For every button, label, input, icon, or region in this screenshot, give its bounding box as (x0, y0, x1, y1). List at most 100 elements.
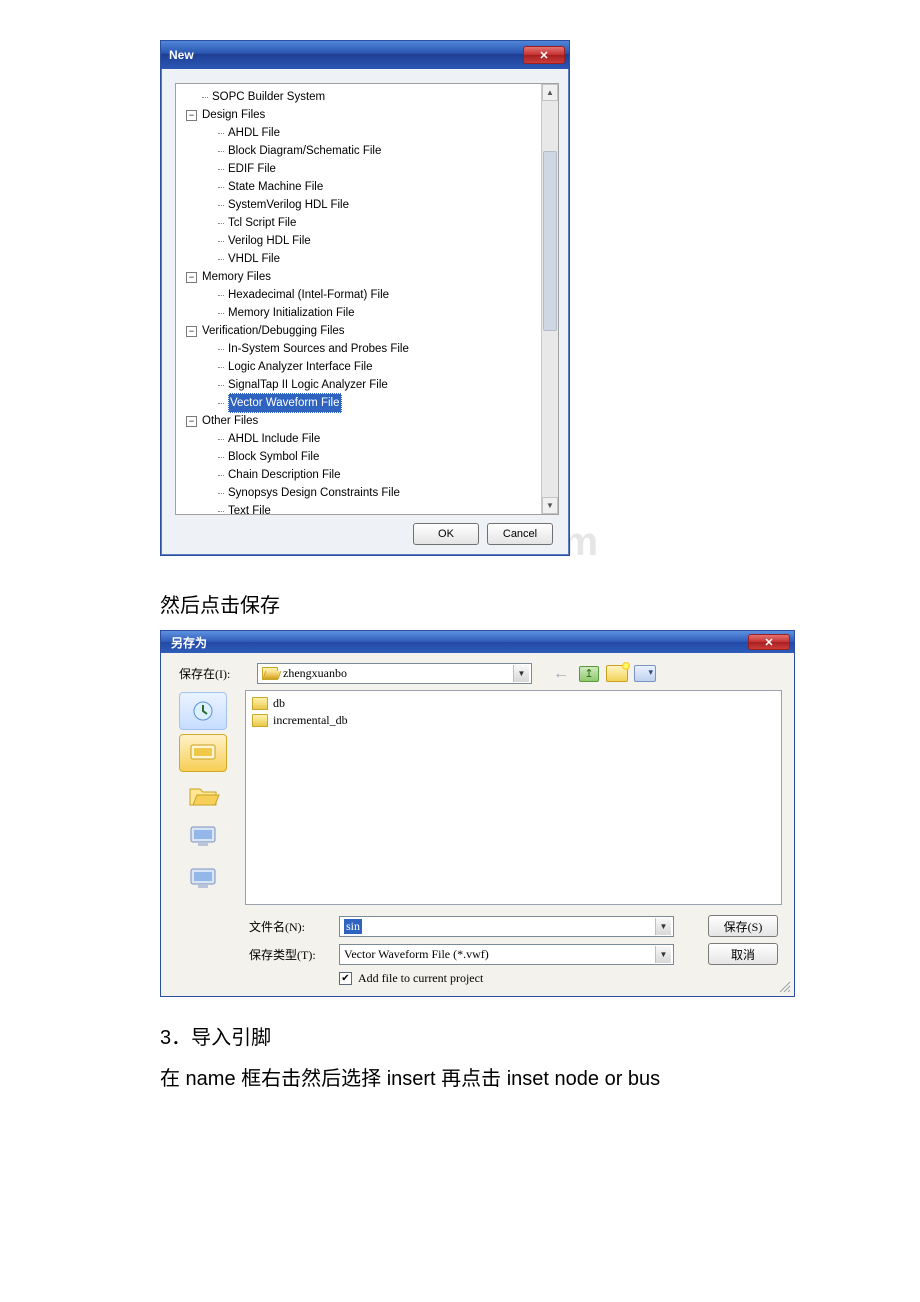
expando-icon[interactable]: − (186, 110, 197, 121)
tree-item-label: Memory Initialization File (228, 304, 355, 322)
tree-connector-icon (218, 205, 224, 206)
scroll-down-button[interactable]: ▼ (542, 497, 558, 514)
scroll-thumb[interactable] (543, 151, 557, 331)
tree-item-label: SignalTap II Logic Analyzer File (228, 376, 388, 394)
save-in-combo[interactable]: zhengxuanbo ▼ (257, 663, 532, 684)
tree-item[interactable]: Block Symbol File (180, 448, 537, 466)
file-name: db (273, 696, 285, 711)
file-type-tree[interactable]: SOPC Builder System−Design FilesAHDL Fil… (175, 83, 559, 515)
tree-connector-icon (218, 223, 224, 224)
tree-item[interactable]: Synopsys Design Constraints File (180, 484, 537, 502)
cancel-button[interactable]: 取消 (708, 943, 778, 965)
tree-item[interactable]: SOPC Builder System (180, 88, 537, 106)
place-recent[interactable] (179, 692, 227, 730)
tree-item-label: AHDL Include File (228, 430, 320, 448)
tree-item[interactable]: −Memory Files (180, 268, 537, 286)
scroll-track[interactable] (542, 101, 558, 497)
save-as-title: 另存为 (171, 634, 207, 651)
close-button[interactable]: ✕ (523, 46, 565, 64)
save-in-value: zhengxuanbo (283, 666, 347, 681)
tree-item-label: Other Files (202, 412, 258, 430)
tree-item[interactable]: SignalTap II Logic Analyzer File (180, 376, 537, 394)
tree-item[interactable]: SystemVerilog HDL File (180, 196, 537, 214)
back-icon[interactable]: ← (550, 664, 572, 684)
tree-connector-icon (218, 457, 224, 458)
expando-icon[interactable]: − (186, 416, 197, 427)
tree-item[interactable]: Chain Description File (180, 466, 537, 484)
new-dialog: New ✕ SOPC Builder System−Design FilesAH… (160, 40, 570, 556)
places-bar (179, 690, 239, 905)
save-as-body: 保存在(I): zhengxuanbo ▼ ← (161, 653, 794, 996)
tree-item-label: In-System Sources and Probes File (228, 340, 409, 358)
tree-item[interactable]: Vector Waveform File (180, 394, 537, 412)
view-menu-icon[interactable] (634, 664, 656, 684)
expando-icon[interactable]: − (186, 272, 197, 283)
tree-item[interactable]: EDIF File (180, 160, 537, 178)
scroll-up-button[interactable]: ▲ (542, 84, 558, 101)
new-folder-icon[interactable] (606, 664, 628, 684)
save-button[interactable]: 保存(S) (708, 915, 778, 937)
tree-item[interactable]: Memory Initialization File (180, 304, 537, 322)
tree-item[interactable]: VHDL File (180, 250, 537, 268)
save-as-dialog: 另存为 ✕ 保存在(I): zhengxuanbo ▼ ← (160, 630, 795, 997)
tree-connector-icon (218, 475, 224, 476)
tree-item[interactable]: AHDL Include File (180, 430, 537, 448)
close-button[interactable]: ✕ (748, 634, 790, 650)
place-network[interactable] (179, 860, 227, 898)
tree-item[interactable]: −Design Files (180, 106, 537, 124)
file-name: incremental_db (273, 713, 348, 728)
tree-connector-icon (218, 367, 224, 368)
place-computer[interactable] (179, 818, 227, 856)
tree-item[interactable]: Tcl Script File (180, 214, 537, 232)
up-one-level-icon[interactable] (578, 664, 600, 684)
tree-connector-icon (218, 313, 224, 314)
filename-combo[interactable]: sin ▼ (339, 916, 674, 937)
file-list-item[interactable]: db (252, 695, 775, 712)
tree-item-label: Text File (228, 502, 271, 515)
expando-icon[interactable]: − (186, 326, 197, 337)
tree-item-label: SystemVerilog HDL File (228, 196, 349, 214)
close-icon: ✕ (764, 636, 773, 649)
save-in-label: 保存在(I): (179, 665, 249, 682)
tree-item-label: Memory Files (202, 268, 271, 286)
tree-item-label: Verilog HDL File (228, 232, 311, 250)
tree-connector-icon (218, 385, 224, 386)
tree-item[interactable]: AHDL File (180, 124, 537, 142)
place-desktop[interactable] (179, 734, 227, 772)
tree-item[interactable]: Text File (180, 502, 537, 515)
tree-item-label: Logic Analyzer Interface File (228, 358, 372, 376)
cancel-button[interactable]: Cancel (487, 523, 553, 545)
dropdown-icon[interactable]: ▼ (655, 946, 671, 963)
tree-item-label: Block Diagram/Schematic File (228, 142, 381, 160)
filetype-value: Vector Waveform File (*.vwf) (344, 947, 489, 962)
tree-item[interactable]: In-System Sources and Probes File (180, 340, 537, 358)
ok-button[interactable]: OK (413, 523, 479, 545)
close-icon: ✕ (539, 49, 548, 62)
file-list[interactable]: db incremental_db (245, 690, 782, 905)
tree-item-label: VHDL File (228, 250, 280, 268)
place-documents[interactable] (179, 776, 227, 814)
tree-item[interactable]: −Verification/Debugging Files (180, 322, 537, 340)
tree-connector-icon (218, 349, 224, 350)
add-to-project-checkbox[interactable]: ✔ (339, 972, 352, 985)
tree-connector-icon (218, 295, 224, 296)
filename-value: sin (344, 919, 362, 934)
tree-item[interactable]: Logic Analyzer Interface File (180, 358, 537, 376)
tree-item[interactable]: Hexadecimal (Intel-Format) File (180, 286, 537, 304)
tree-scrollbar[interactable]: ▲ ▼ (541, 84, 558, 514)
dropdown-icon[interactable]: ▼ (513, 665, 529, 682)
dropdown-icon[interactable]: ▼ (655, 918, 671, 935)
new-dialog-titlebar[interactable]: New ✕ (161, 41, 569, 69)
tree-item-label: Tcl Script File (228, 214, 296, 232)
tree-item[interactable]: State Machine File (180, 178, 537, 196)
folder-icon (252, 697, 268, 710)
file-list-item[interactable]: incremental_db (252, 712, 775, 729)
tree-item[interactable]: −Other Files (180, 412, 537, 430)
save-as-titlebar[interactable]: 另存为 ✕ (161, 631, 794, 653)
resize-grip[interactable] (777, 979, 791, 993)
tree-connector-icon (218, 187, 224, 188)
tree-item[interactable]: Verilog HDL File (180, 232, 537, 250)
new-dialog-body: SOPC Builder System−Design FilesAHDL Fil… (161, 69, 569, 555)
filetype-combo[interactable]: Vector Waveform File (*.vwf) ▼ (339, 944, 674, 965)
tree-item[interactable]: Block Diagram/Schematic File (180, 142, 537, 160)
